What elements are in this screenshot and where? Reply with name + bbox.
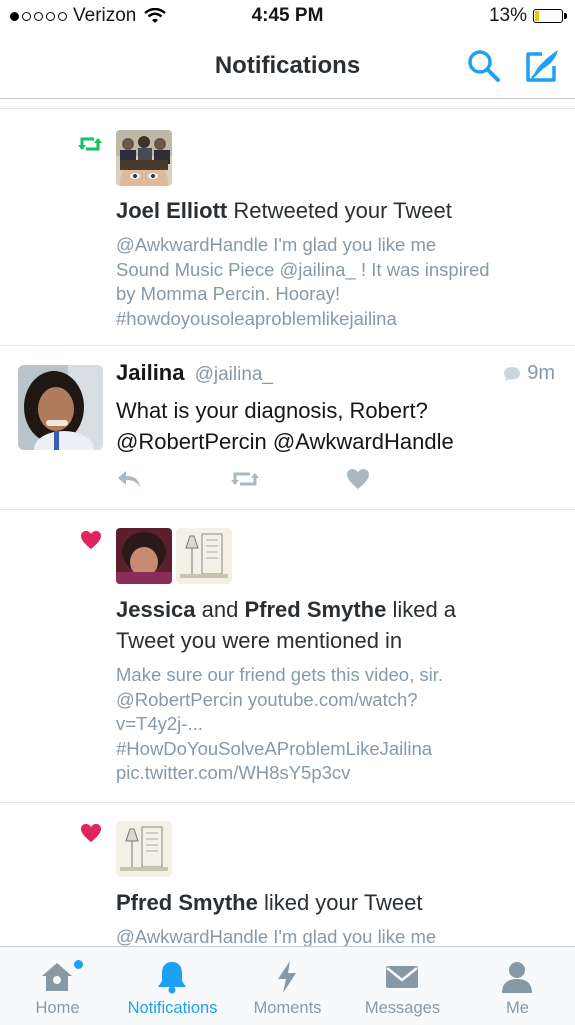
battery-icon	[533, 9, 567, 23]
actor-name[interactable]: Joel Elliott	[116, 198, 227, 223]
tab-notifications[interactable]: Notifications	[115, 947, 230, 1025]
battery-status: 13%	[488, 5, 567, 27]
notification-retweet[interactable]: Joel Elliott Retweeted your Tweet @Awkwa…	[0, 109, 575, 346]
tweet-item[interactable]: Jailina @jailina_ 9m What is your diagno…	[0, 346, 575, 510]
notification-headline: Pfred Smythe liked your Tweet	[116, 890, 423, 915]
tweet-header: Jailina @jailina_	[116, 360, 273, 386]
heart-icon	[81, 823, 101, 843]
status-bar: Verizon 4:45 PM 13%	[0, 0, 575, 32]
notification-headline: Jessica and Pfred Smythe liked a Tweet y…	[116, 597, 457, 653]
lightning-icon	[278, 961, 296, 993]
reply-button[interactable]	[116, 468, 142, 495]
tab-home[interactable]: Home	[0, 947, 115, 1025]
notifications-feed[interactable]: Joel Elliott Retweeted your Tweet @Awkwa…	[0, 108, 575, 947]
bell-icon	[158, 962, 186, 994]
like-button[interactable]	[346, 468, 370, 495]
heart-icon	[347, 469, 369, 489]
avatar-jailina[interactable]	[18, 365, 103, 450]
tweet-preview[interactable]: @AwkwardHandle I'm glad you like me Soun…	[116, 233, 556, 331]
tweet-preview[interactable]: Make sure our friend gets this video, si…	[116, 663, 556, 786]
avatar-pfred-smythe[interactable]	[176, 528, 232, 584]
home-icon	[42, 963, 72, 991]
tab-bar: Home Notifications Moments Messages Me	[0, 946, 575, 1025]
actor-name[interactable]: Pfred Smythe	[116, 890, 258, 915]
compose-tweet-icon[interactable]	[522, 46, 562, 86]
battery-percent: 13%	[488, 5, 527, 26]
tweet-time: 9m	[503, 362, 555, 385]
tweet-actions	[116, 468, 396, 496]
reply-icon	[118, 471, 140, 487]
heart-icon	[81, 530, 101, 550]
author-name[interactable]: Jailina	[116, 360, 184, 385]
person-icon	[502, 962, 532, 993]
conversation-bubble-icon	[504, 366, 521, 381]
navigation-bar: Notifications	[0, 32, 575, 99]
tab-me[interactable]: Me	[460, 947, 575, 1025]
actor-name[interactable]: Jessica	[116, 597, 196, 622]
search-icon[interactable]	[466, 48, 502, 84]
notification-headline: Joel Elliott Retweeted your Tweet	[116, 198, 452, 223]
retweet-button[interactable]	[230, 468, 260, 495]
tab-moments[interactable]: Moments	[230, 947, 345, 1025]
avatar-jessica[interactable]	[116, 528, 172, 584]
retweet-icon	[231, 472, 259, 486]
author-handle[interactable]: @jailina_	[195, 364, 273, 385]
envelope-icon	[386, 966, 418, 988]
new-content-dot	[73, 959, 84, 970]
tweet-text: What is your diagnosis, Robert? @RobertP…	[116, 398, 454, 454]
tab-messages[interactable]: Messages	[345, 947, 460, 1025]
actor-name[interactable]: Pfred Smythe	[245, 597, 387, 622]
tweet-preview[interactable]: @AwkwardHandle I'm glad you like me	[116, 925, 556, 947]
notification-like[interactable]: Pfred Smythe liked your Tweet @AwkwardHa…	[0, 803, 575, 947]
retweet-icon	[78, 137, 102, 151]
notification-like[interactable]: Jessica and Pfred Smythe liked a Tweet y…	[0, 510, 575, 803]
avatar-pfred-smythe[interactable]	[116, 821, 172, 877]
avatar-joel-elliott[interactable]	[116, 130, 172, 186]
